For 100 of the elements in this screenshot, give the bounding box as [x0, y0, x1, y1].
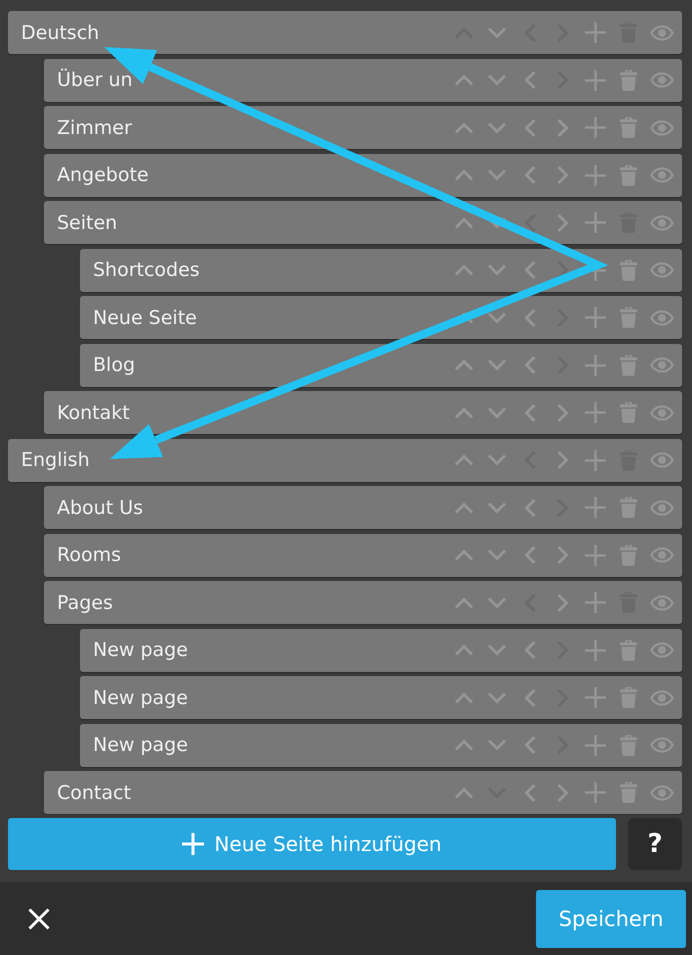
chevron-right-icon[interactable]: [556, 212, 568, 232]
chevron-down-icon[interactable]: [486, 359, 506, 371]
eye-icon[interactable]: [650, 547, 674, 563]
chevron-right-icon[interactable]: [556, 165, 568, 185]
plus-icon[interactable]: [585, 70, 606, 90]
eye-icon[interactable]: [650, 120, 674, 136]
page-row[interactable]: Kontakt: [44, 391, 682, 434]
page-row[interactable]: Neue Seite: [80, 296, 682, 339]
trash-icon[interactable]: [620, 260, 637, 280]
help-button[interactable]: ?: [628, 818, 682, 870]
chevron-up-icon[interactable]: [454, 786, 474, 798]
page-row[interactable]: Pages: [44, 581, 682, 624]
eye-icon[interactable]: [650, 262, 674, 278]
chevron-up-icon[interactable]: [454, 502, 474, 514]
eye-icon[interactable]: [650, 452, 674, 468]
plus-icon[interactable]: [585, 354, 606, 376]
eye-icon[interactable]: [650, 72, 674, 88]
chevron-up-icon[interactable]: [454, 264, 474, 276]
plus-icon[interactable]: [585, 212, 606, 233]
chevron-left-icon[interactable]: [524, 545, 536, 565]
chevron-down-icon[interactable]: [486, 549, 506, 561]
trash-icon[interactable]: [620, 164, 637, 186]
eye-icon[interactable]: [650, 500, 674, 516]
chevron-right-icon[interactable]: [556, 782, 568, 802]
chevron-down-icon[interactable]: [486, 454, 506, 466]
chevron-up-icon[interactable]: [454, 644, 474, 656]
save-button[interactable]: Speichern: [536, 890, 686, 948]
trash-icon[interactable]: [620, 354, 637, 376]
page-row[interactable]: Über un: [44, 58, 682, 102]
plus-icon[interactable]: [585, 22, 606, 43]
chevron-right-icon[interactable]: [556, 118, 568, 138]
plus-icon[interactable]: [585, 307, 606, 328]
chevron-down-icon[interactable]: [486, 74, 506, 86]
chevron-down-icon[interactable]: [486, 169, 506, 181]
page-row[interactable]: Contact: [44, 771, 682, 814]
chevron-right-icon[interactable]: [556, 545, 568, 565]
page-row[interactable]: New page: [80, 676, 682, 719]
chevron-down-icon[interactable]: [486, 312, 506, 324]
chevron-left-icon[interactable]: [524, 688, 536, 708]
eye-icon[interactable]: [650, 357, 674, 373]
plus-icon[interactable]: [585, 734, 606, 756]
trash-icon[interactable]: [620, 640, 637, 660]
chevron-right-icon[interactable]: [556, 592, 568, 612]
chevron-up-icon[interactable]: [454, 406, 474, 418]
chevron-up-icon[interactable]: [454, 454, 474, 466]
trash-icon[interactable]: [620, 117, 637, 138]
eye-icon[interactable]: [650, 642, 674, 658]
chevron-left-icon[interactable]: [524, 118, 536, 138]
plus-icon[interactable]: [585, 782, 606, 803]
chevron-down-icon[interactable]: [486, 502, 506, 514]
plus-icon[interactable]: [585, 592, 606, 613]
plus-icon[interactable]: [585, 450, 606, 470]
plus-icon[interactable]: [585, 640, 606, 660]
page-row[interactable]: Zimmer: [44, 106, 682, 149]
chevron-left-icon[interactable]: [524, 355, 536, 375]
page-row[interactable]: English: [8, 438, 682, 482]
chevron-down-icon[interactable]: [486, 692, 506, 704]
chevron-up-icon[interactable]: [454, 122, 474, 134]
close-icon[interactable]: [28, 908, 50, 930]
page-row[interactable]: Rooms: [44, 534, 682, 576]
chevron-left-icon[interactable]: [524, 735, 536, 755]
chevron-down-icon[interactable]: [486, 26, 506, 38]
eye-icon[interactable]: [650, 594, 674, 610]
page-row[interactable]: Deutsch: [8, 11, 682, 54]
plus-icon[interactable]: [585, 402, 606, 423]
trash-icon[interactable]: [620, 70, 637, 90]
chevron-left-icon[interactable]: [524, 260, 536, 280]
chevron-up-icon[interactable]: [454, 549, 474, 561]
chevron-right-icon[interactable]: [556, 450, 568, 470]
eye-icon[interactable]: [650, 24, 674, 40]
trash-icon[interactable]: [620, 402, 637, 423]
chevron-left-icon[interactable]: [524, 70, 536, 90]
eye-icon[interactable]: [650, 310, 674, 326]
chevron-left-icon[interactable]: [524, 782, 536, 802]
trash-icon[interactable]: [620, 544, 637, 566]
eye-icon[interactable]: [650, 690, 674, 706]
chevron-left-icon[interactable]: [524, 402, 536, 422]
chevron-left-icon[interactable]: [524, 498, 536, 518]
page-row[interactable]: Angebote: [44, 154, 682, 196]
chevron-up-icon[interactable]: [454, 169, 474, 181]
page-row[interactable]: Seiten: [44, 201, 682, 244]
chevron-up-icon[interactable]: [454, 359, 474, 371]
chevron-right-icon[interactable]: [556, 402, 568, 422]
trash-icon[interactable]: [620, 497, 637, 518]
chevron-down-icon[interactable]: [486, 406, 506, 418]
eye-icon[interactable]: [650, 167, 674, 183]
chevron-left-icon[interactable]: [524, 308, 536, 328]
chevron-up-icon[interactable]: [454, 74, 474, 86]
chevron-down-icon[interactable]: [486, 739, 506, 751]
chevron-down-icon[interactable]: [486, 644, 506, 656]
trash-icon[interactable]: [620, 782, 637, 803]
chevron-down-icon[interactable]: [486, 122, 506, 134]
chevron-left-icon[interactable]: [524, 165, 536, 185]
eye-icon[interactable]: [650, 784, 674, 800]
page-row[interactable]: New page: [80, 628, 682, 672]
trash-icon[interactable]: [620, 687, 637, 708]
plus-icon[interactable]: [585, 497, 606, 518]
chevron-down-icon[interactable]: [486, 264, 506, 276]
add-page-button[interactable]: Neue Seite hinzufügen: [8, 818, 616, 870]
plus-icon[interactable]: [585, 687, 606, 708]
